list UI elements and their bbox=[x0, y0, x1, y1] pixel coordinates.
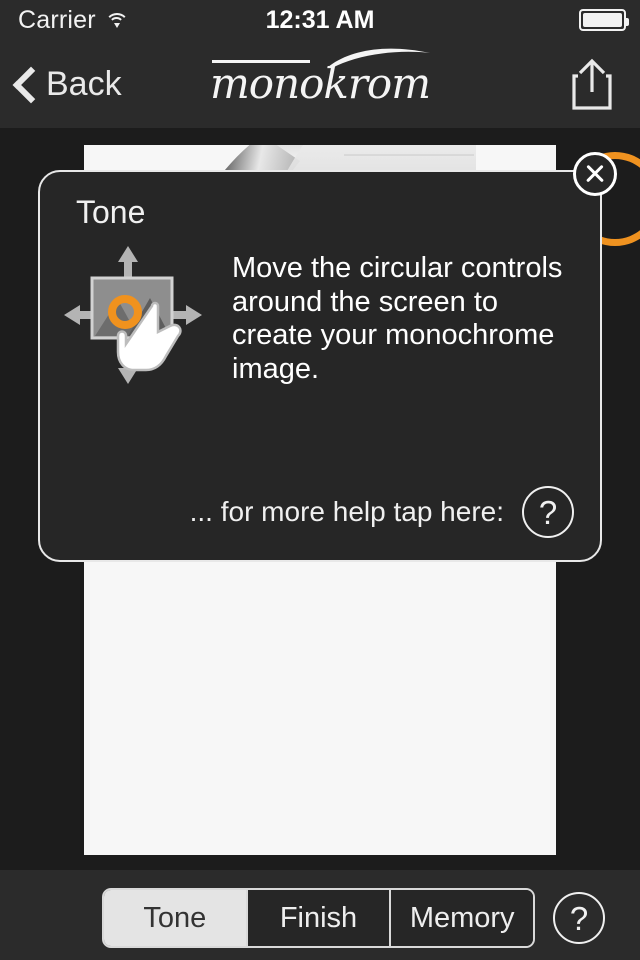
modal-help-button[interactable]: ? bbox=[522, 486, 574, 538]
app-logo: monokrom bbox=[0, 40, 640, 128]
tab-bar: Tone Finish Memory ? bbox=[0, 870, 640, 960]
navigation-bar: Back monokrom bbox=[0, 40, 640, 128]
tab-tone[interactable]: Tone bbox=[104, 890, 248, 946]
battery-icon bbox=[579, 0, 629, 40]
share-button[interactable] bbox=[560, 40, 624, 128]
modal-title: Tone bbox=[76, 194, 146, 230]
logo-bar bbox=[211, 60, 310, 63]
status-bar-clock: 12:31 AM bbox=[265, 5, 375, 34]
modal-help-text: ... for more help tap here: bbox=[189, 496, 504, 527]
tab-memory[interactable]: Memory bbox=[391, 890, 533, 946]
tabbar-help-button[interactable]: ? bbox=[553, 892, 607, 946]
status-bar: Carrier 12:31 AM bbox=[0, 0, 640, 40]
modal-body-text: Move the circular controls around the sc… bbox=[232, 252, 563, 385]
tabbar-help-label: ? bbox=[553, 892, 605, 944]
logo-swoosh-icon bbox=[326, 45, 432, 69]
share-up-icon bbox=[572, 58, 612, 110]
app-screen: Carrier 12:31 AM Back monokrom Tone Move… bbox=[0, 0, 640, 960]
segmented-control: Tone Finish Memory bbox=[102, 888, 535, 948]
help-modal: Tone Move the circular controls around t… bbox=[38, 170, 602, 562]
move-photo-touch-icon bbox=[62, 240, 232, 390]
close-button[interactable] bbox=[573, 152, 617, 196]
app-logo-text: monokrom bbox=[209, 59, 431, 108]
tab-finish[interactable]: Finish bbox=[247, 890, 392, 946]
modal-help-row: ... for more help tap here: ? bbox=[190, 486, 574, 538]
